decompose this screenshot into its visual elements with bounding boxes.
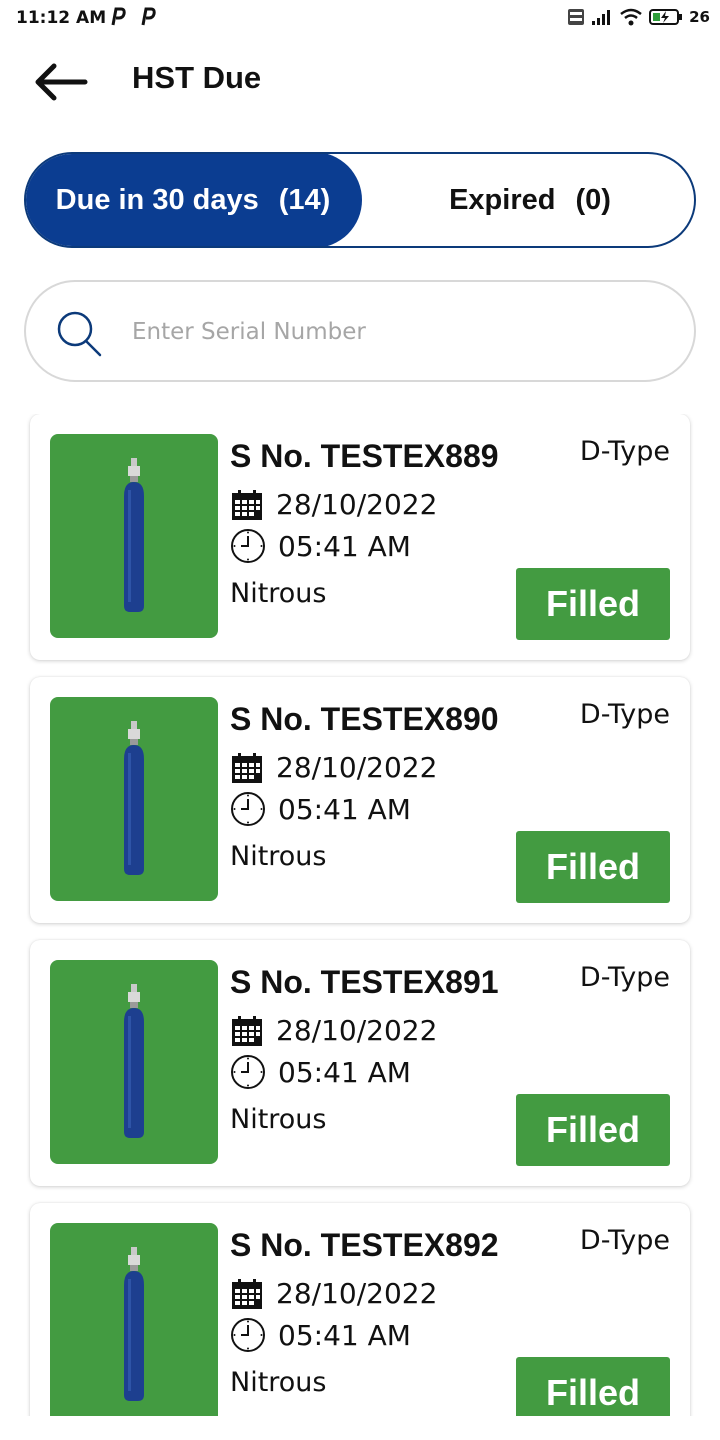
- serial-search-input[interactable]: [132, 306, 652, 358]
- time-row: 05:41 AM: [230, 1054, 411, 1090]
- cylinder-image: [50, 434, 218, 638]
- calendar-icon: [232, 489, 262, 520]
- time-text: 05:41 AM: [278, 792, 411, 826]
- clock-icon: [231, 529, 265, 563]
- status-button[interactable]: Filled: [516, 568, 670, 640]
- status-button[interactable]: Filled: [516, 1094, 670, 1166]
- gas-name: Nitrous: [230, 1104, 327, 1135]
- volte-icon: [568, 9, 585, 25]
- arrow-left-icon: [35, 63, 88, 101]
- status-button[interactable]: Filled: [516, 831, 670, 903]
- calendar-icon: [232, 1278, 262, 1309]
- date-text: 28/10/2022: [276, 1014, 438, 1047]
- tab-label: Due in 30 days: [55, 183, 259, 216]
- time-text: 05:41 AM: [278, 529, 411, 563]
- cylinder-type: D-Type: [579, 962, 670, 993]
- tab-label: Expired: [449, 183, 556, 216]
- tab-count: (0): [575, 183, 611, 216]
- time-row: 05:41 AM: [230, 791, 411, 827]
- date-row: 28/10/2022: [230, 1277, 437, 1310]
- date-text: 28/10/2022: [276, 751, 438, 784]
- parking-icon: [141, 7, 156, 26]
- status-icons: 26: [567, 8, 710, 26]
- serial-number: S No. TESTEX891: [230, 964, 499, 1000]
- app-header: HST Due: [0, 44, 720, 120]
- date-row: 28/10/2022: [230, 488, 437, 521]
- gas-name: Nitrous: [230, 578, 327, 609]
- status-bar: 11:12 AM 26: [0, 0, 720, 40]
- serial-number: S No. TESTEX890: [230, 701, 499, 737]
- calendar-icon: [232, 1015, 262, 1046]
- tab-count: (14): [278, 183, 331, 216]
- date-text: 28/10/2022: [276, 1277, 438, 1310]
- serial-number: S No. TESTEX889: [230, 438, 499, 474]
- status-time: 11:12 AM: [16, 8, 107, 28]
- cylinder-type: D-Type: [579, 436, 670, 467]
- list-item[interactable]: S No. TESTEX890 D-Type 28/10/2022 05:41 …: [30, 677, 690, 923]
- cylinder-type: D-Type: [579, 1225, 670, 1256]
- gas-name: Nitrous: [230, 1367, 327, 1398]
- clock-icon: [231, 792, 265, 826]
- serial-number: S No. TESTEX892: [230, 1227, 499, 1263]
- calendar-icon: [232, 752, 262, 783]
- list-item[interactable]: S No. TESTEX892 D-Type 28/10/2022 05:41 …: [30, 1203, 690, 1416]
- cylinder-image: [50, 1223, 218, 1416]
- parking-icon: [111, 7, 126, 26]
- wifi-icon: [620, 8, 642, 26]
- list-item[interactable]: S No. TESTEX891 D-Type 28/10/2022 05:41 …: [30, 940, 690, 1186]
- time-row: 05:41 AM: [230, 1317, 411, 1353]
- status-button[interactable]: Filled: [516, 1357, 670, 1416]
- list-item[interactable]: S No. TESTEX889 D-Type 28/10/2022 05:41 …: [30, 414, 690, 660]
- cylinder-image: [50, 697, 218, 901]
- back-button[interactable]: [30, 60, 90, 104]
- tab-expired[interactable]: Expired (0): [362, 154, 694, 246]
- date-row: 28/10/2022: [230, 1014, 437, 1047]
- date-text: 28/10/2022: [276, 488, 438, 521]
- cylinder-image: [50, 960, 218, 1164]
- search-bar: [24, 280, 696, 382]
- time-text: 05:41 AM: [278, 1055, 411, 1089]
- battery-charging-icon: [649, 9, 683, 25]
- clock-icon: [231, 1055, 265, 1089]
- gas-name: Nitrous: [230, 841, 327, 872]
- cylinder-list: S No. TESTEX889 D-Type 28/10/2022 05:41 …: [0, 414, 720, 1416]
- clock-icon: [231, 1318, 265, 1352]
- tab-due-in-30-days[interactable]: Due in 30 days (14): [26, 154, 362, 246]
- battery-level: 26: [689, 8, 710, 26]
- signal-icon: [592, 10, 611, 25]
- cylinder-type: D-Type: [579, 699, 670, 730]
- date-row: 28/10/2022: [230, 751, 437, 784]
- time-row: 05:41 AM: [230, 528, 411, 564]
- search-icon: [57, 311, 102, 357]
- time-text: 05:41 AM: [278, 1318, 411, 1352]
- segmented-tabs: Due in 30 days (14) Expired (0): [24, 152, 696, 248]
- page-title: HST Due: [132, 60, 262, 95]
